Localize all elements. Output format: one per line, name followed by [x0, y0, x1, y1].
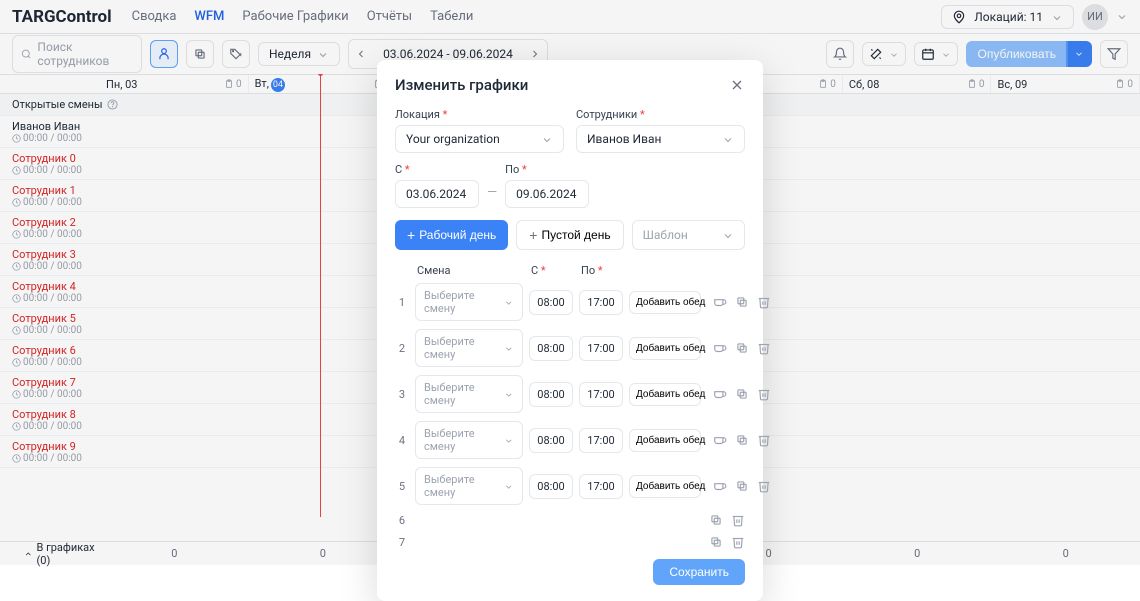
- from-date-input[interactable]: 03.06.2024: [395, 180, 479, 208]
- trash-icon[interactable]: [757, 433, 771, 447]
- chevron-down-icon: [722, 230, 734, 242]
- break-icon[interactable]: [713, 433, 727, 447]
- add-lunch-button[interactable]: Добавить обед: [629, 383, 701, 406]
- break-icon[interactable]: [713, 341, 727, 355]
- shift-to-input[interactable]: 17:00: [579, 290, 623, 315]
- shift-to-input[interactable]: 17:00: [579, 336, 623, 361]
- shift-row-empty: 7: [395, 535, 745, 549]
- copy-icon[interactable]: [709, 535, 723, 549]
- empty-day-button[interactable]: +Пустой день: [516, 220, 623, 250]
- shift-from-input[interactable]: 08:00: [529, 290, 573, 315]
- chevron-down-icon: [504, 298, 514, 308]
- shift-from-input[interactable]: 08:00: [529, 382, 573, 407]
- shift-row-empty: 6: [395, 513, 745, 527]
- shift-select[interactable]: Выберите смену: [415, 467, 523, 505]
- break-icon[interactable]: [713, 295, 727, 309]
- trash-icon[interactable]: [731, 535, 745, 549]
- chevron-down-icon: [541, 134, 553, 146]
- copy-icon[interactable]: [735, 479, 749, 493]
- chevron-down-icon: [504, 344, 514, 354]
- add-lunch-button[interactable]: Добавить обед: [629, 291, 701, 314]
- modal-overlay: Изменить графики Локация * Your organiza…: [0, 0, 1140, 565]
- shift-to-input[interactable]: 17:00: [579, 428, 623, 453]
- copy-icon[interactable]: [735, 341, 749, 355]
- shift-from-input[interactable]: 08:00: [529, 474, 573, 499]
- trash-icon[interactable]: [757, 341, 771, 355]
- shift-row: 4 Выберите смену 08:00 17:00 Добавить об…: [395, 421, 745, 459]
- shift-to-input[interactable]: 17:00: [579, 474, 623, 499]
- shift-row: 1 Выберите смену 08:00 17:00 Добавить об…: [395, 283, 745, 321]
- chevron-down-icon: [722, 134, 734, 146]
- trash-icon[interactable]: [757, 295, 771, 309]
- location-field-label: Локация *: [395, 108, 564, 121]
- close-icon: [729, 77, 745, 93]
- chevron-down-icon: [504, 390, 514, 400]
- location-select[interactable]: Your organization: [395, 125, 564, 153]
- trash-icon[interactable]: [757, 479, 771, 493]
- copy-icon[interactable]: [735, 387, 749, 401]
- employees-field-label: Сотрудники *: [576, 108, 745, 121]
- add-lunch-button[interactable]: Добавить обед: [629, 337, 701, 360]
- to-date-label: По *: [505, 163, 589, 176]
- to-date-input[interactable]: 09.06.2024: [505, 180, 589, 208]
- break-icon[interactable]: [713, 479, 727, 493]
- employees-select[interactable]: Иванов Иван: [576, 125, 745, 153]
- add-lunch-button[interactable]: Добавить обед: [629, 475, 701, 498]
- shift-select[interactable]: Выберите смену: [415, 283, 523, 321]
- save-button[interactable]: Сохранить: [653, 559, 745, 585]
- shift-to-input[interactable]: 17:00: [579, 382, 623, 407]
- modal-title: Изменить графики: [395, 76, 528, 94]
- break-icon[interactable]: [713, 387, 727, 401]
- work-day-button[interactable]: +Рабочий день: [395, 220, 508, 250]
- shift-row: 2 Выберите смену 08:00 17:00 Добавить об…: [395, 329, 745, 367]
- shift-row: 3 Выберите смену 08:00 17:00 Добавить об…: [395, 375, 745, 413]
- shift-select[interactable]: Выберите смену: [415, 421, 523, 459]
- add-lunch-button[interactable]: Добавить обед: [629, 429, 701, 452]
- copy-icon[interactable]: [709, 513, 723, 527]
- trash-icon[interactable]: [731, 513, 745, 527]
- edit-schedule-modal: Изменить графики Локация * Your organiza…: [377, 60, 763, 601]
- copy-icon[interactable]: [735, 433, 749, 447]
- chevron-down-icon: [504, 482, 514, 492]
- trash-icon[interactable]: [757, 387, 771, 401]
- from-date-label: С *: [395, 163, 479, 176]
- template-select[interactable]: Шаблон: [632, 220, 745, 250]
- chevron-down-icon: [504, 436, 514, 446]
- shift-from-input[interactable]: 08:00: [529, 336, 573, 361]
- shift-select[interactable]: Выберите смену: [415, 375, 523, 413]
- shift-table-header: Смена С * По *: [395, 264, 745, 277]
- shift-row: 5 Выберите смену 08:00 17:00 Добавить об…: [395, 467, 745, 505]
- close-button[interactable]: [729, 77, 745, 93]
- shift-select[interactable]: Выберите смену: [415, 329, 523, 367]
- shift-from-input[interactable]: 08:00: [529, 428, 573, 453]
- copy-icon[interactable]: [735, 295, 749, 309]
